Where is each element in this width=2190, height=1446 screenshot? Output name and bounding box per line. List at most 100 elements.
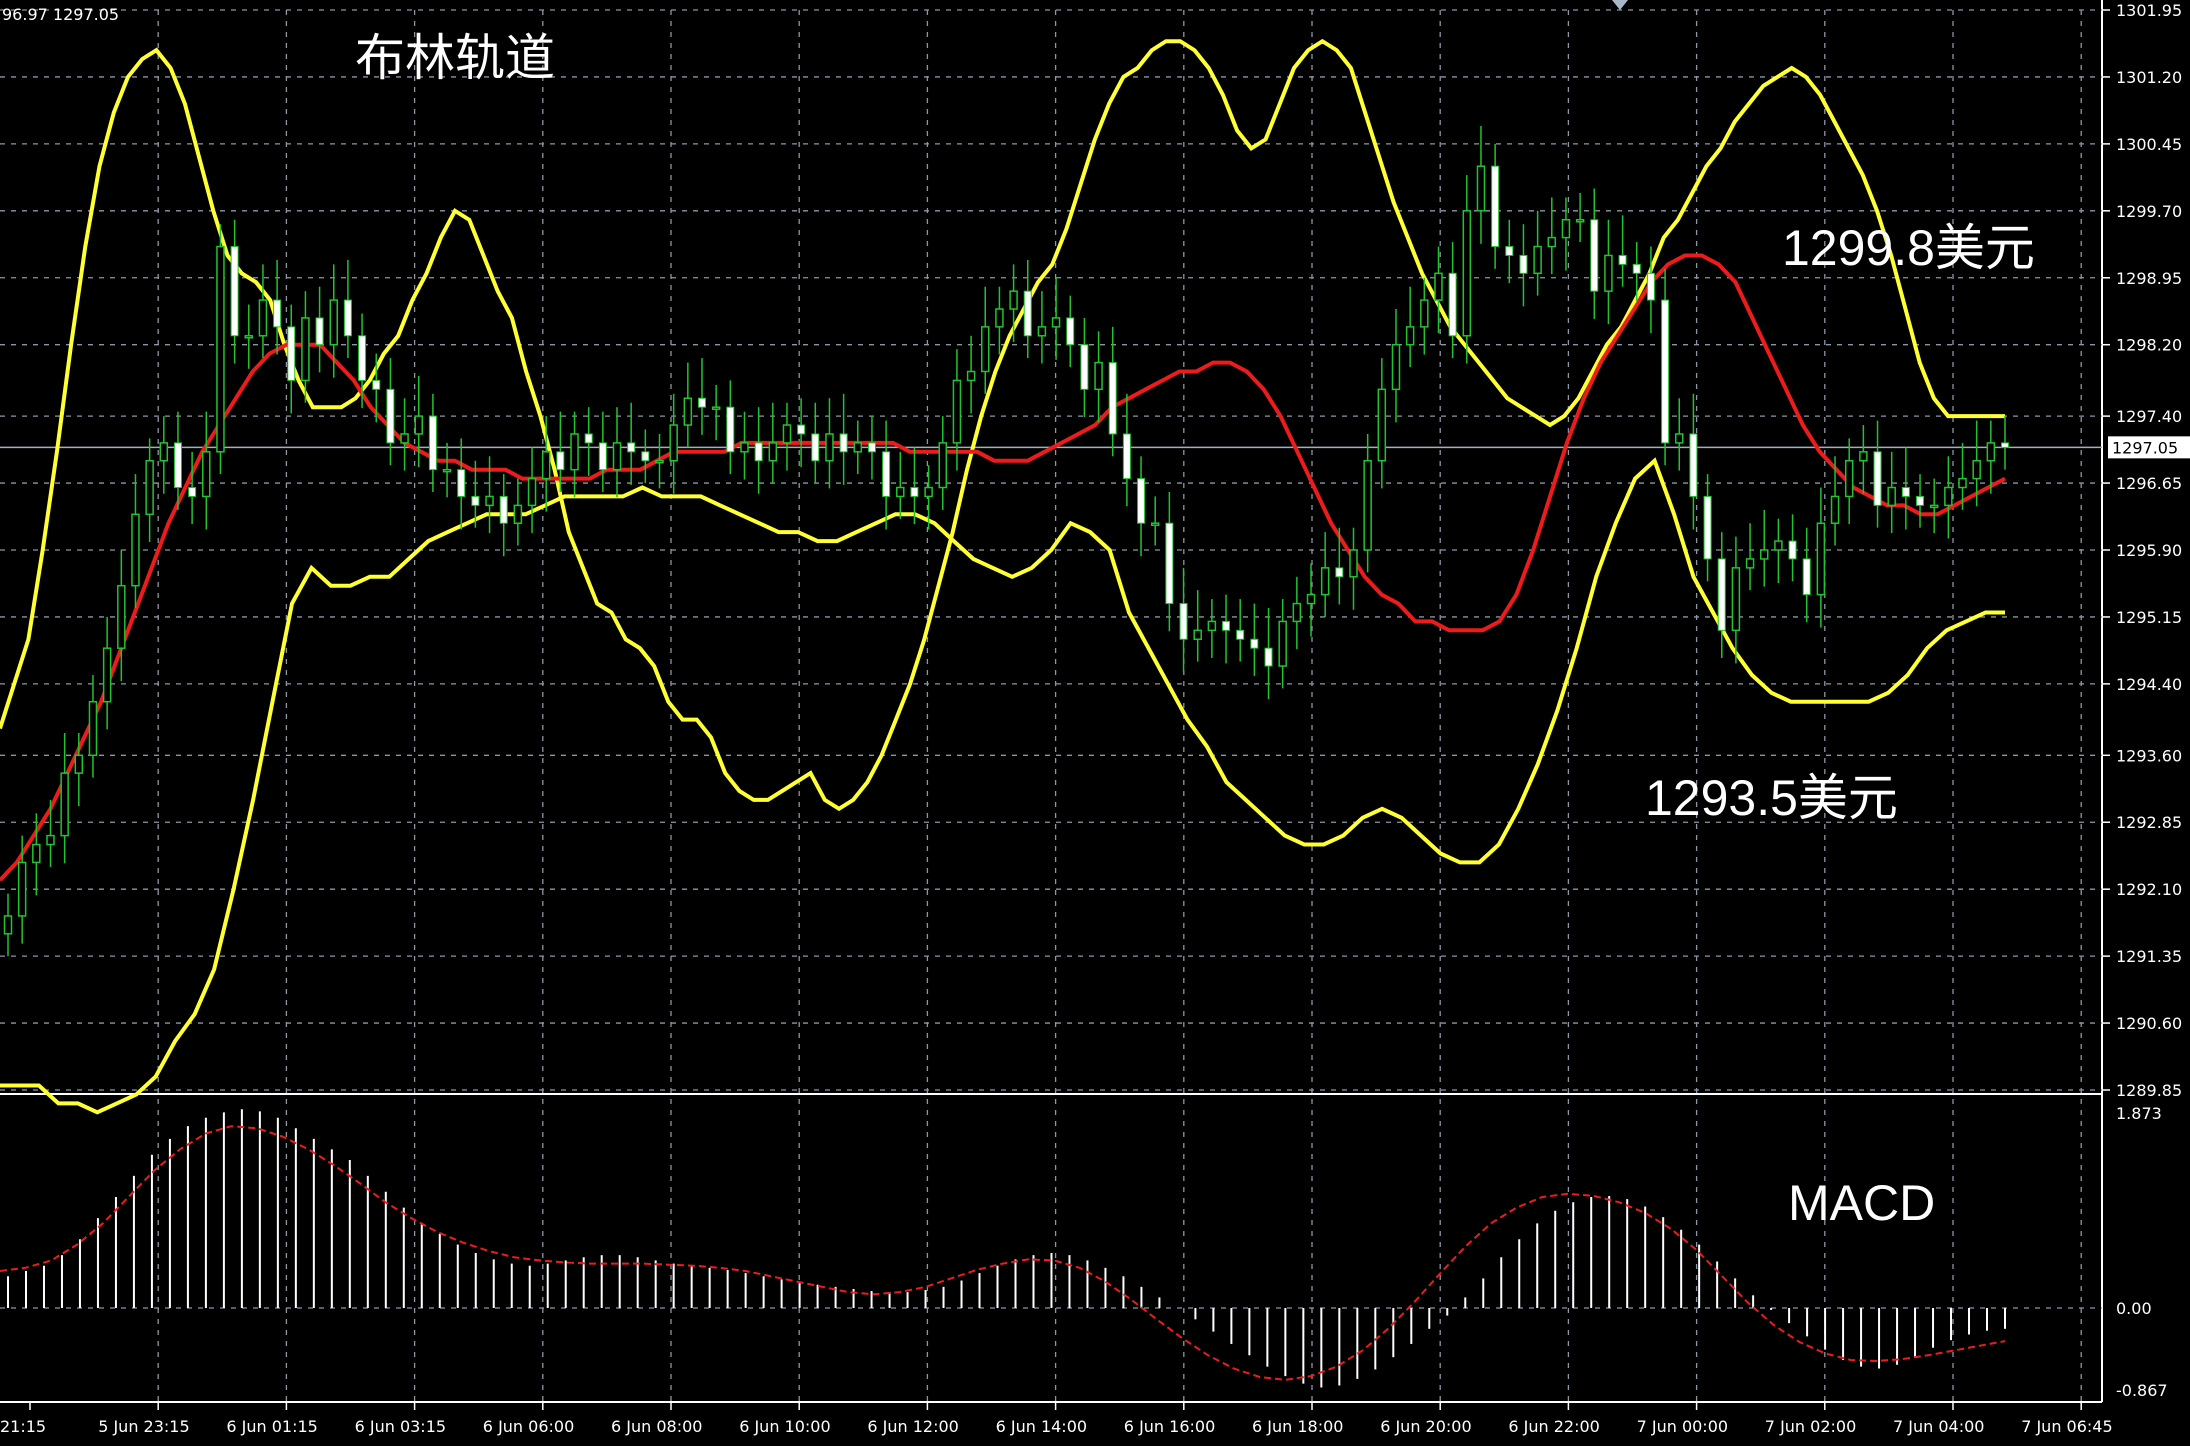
candle-body-down	[910, 487, 919, 497]
candle-body-down	[556, 451, 565, 471]
candle-body-up	[1986, 442, 1996, 462]
candle-body-up	[1830, 495, 1840, 524]
price-tick-label: 1298.20	[2116, 336, 2182, 355]
time-tick-label: 5 Jun 23:15	[98, 1417, 189, 1436]
candle-body-up	[1561, 219, 1571, 239]
candle-body-up	[853, 442, 863, 453]
price-tick-label: 1301.95	[2116, 1, 2182, 20]
candle-body-up	[981, 326, 990, 373]
chart-title: 布林轨道	[355, 30, 555, 86]
candle-body-up	[1278, 620, 1287, 667]
candle-body-up	[1377, 388, 1387, 462]
candle-body-up	[1887, 486, 1896, 507]
time-tick-label: 6 Jun 10:00	[739, 1417, 830, 1436]
time-tick-label: 6 Jun 14:00	[996, 1417, 1087, 1436]
candle-body-up	[1575, 219, 1585, 223]
candle-body-up	[768, 442, 778, 462]
candle-body-up	[74, 754, 84, 774]
candle-body-up	[1193, 629, 1202, 641]
time-tick-label: 6 Jun 16:00	[1124, 1417, 1215, 1436]
candle-body-up	[1844, 459, 1854, 498]
price-tick-label: 1292.85	[2116, 813, 2182, 832]
time-tick-label: 6 Jun 12:00	[867, 1417, 958, 1436]
candle-body-down	[1590, 219, 1599, 292]
price-tick-label: 1298.95	[2116, 269, 2182, 288]
candle-body-down	[343, 299, 352, 337]
macd-tick-label: 1.873	[2116, 1104, 2162, 1123]
candle-body-down	[598, 442, 607, 471]
candle-body-down	[1448, 272, 1457, 337]
candle-body-down	[1802, 558, 1811, 596]
macd-label: MACD	[1788, 1175, 1935, 1231]
candle-body-up	[400, 433, 409, 444]
candle-body-up	[1420, 299, 1429, 328]
candle-body-up	[995, 308, 1004, 328]
candle-body-up	[1731, 567, 1741, 632]
candle-body-down	[584, 433, 593, 444]
macd-tick-label: 0.00	[2116, 1299, 2152, 1318]
candle-body-up	[1405, 326, 1415, 346]
candle-body-down	[1632, 263, 1641, 274]
time-tick-label: 7 Jun 00:00	[1637, 1417, 1728, 1436]
current-price-label: 1297.05	[2112, 438, 2178, 457]
price-tick-label: 1301.20	[2116, 68, 2182, 87]
candle-body-down	[1689, 433, 1698, 497]
candle-body-down	[1661, 299, 1670, 444]
candle-body-up	[1292, 602, 1302, 623]
candle-body-down	[1491, 165, 1500, 248]
candle-body-down	[1901, 487, 1910, 497]
candle-body-down	[273, 299, 282, 328]
candle-body-down	[315, 317, 324, 346]
candle-body-down	[1108, 362, 1117, 435]
macd-tick-label: -0.867	[2116, 1381, 2168, 1400]
candle-body-up	[442, 468, 452, 473]
candle-body-up	[1434, 272, 1443, 301]
candle-body-down	[1236, 629, 1245, 640]
candle-body-down	[1080, 344, 1089, 390]
candle-body-down	[1165, 522, 1174, 605]
candle-body-down	[1264, 647, 1273, 667]
candle-body-down	[230, 246, 239, 337]
candle-body-down	[1250, 638, 1259, 649]
candle-body-up	[1745, 558, 1755, 569]
price-tick-label: 1296.65	[2116, 474, 2182, 493]
price-tick-label: 1297.40	[2116, 407, 2182, 426]
candle-body-up	[216, 245, 225, 453]
price-tick-label: 1291.35	[2116, 947, 2182, 966]
candle-body-up	[88, 700, 98, 757]
price-tick-label: 1290.60	[2116, 1014, 2182, 1033]
candle-body-up	[570, 433, 579, 471]
candle-body-down	[188, 487, 197, 497]
candle-body-up	[46, 834, 55, 846]
candle-body-up	[655, 459, 664, 464]
time-tick-label: 21:15	[0, 1417, 46, 1436]
price-tick-label: 1300.45	[2116, 135, 2182, 154]
candle-body-up	[924, 486, 933, 498]
candle-body-down	[754, 442, 763, 462]
candle-body-down	[697, 397, 706, 408]
candle-body-up	[117, 584, 126, 649]
time-tick-label: 6 Jun 01:15	[226, 1417, 317, 1436]
time-tick-label: 6 Jun 06:00	[483, 1417, 574, 1436]
candle-body-up	[244, 335, 254, 339]
candle-body-up	[60, 772, 69, 837]
candle-body-up	[301, 317, 310, 382]
candle-body-up	[740, 442, 749, 453]
candle-body-down	[811, 433, 820, 462]
candle-body-up	[612, 442, 622, 471]
candle-body-down	[1873, 451, 1882, 506]
candle-body-up	[938, 442, 948, 489]
candle-body-down	[457, 469, 466, 497]
candle-body-up	[1009, 290, 1018, 310]
candle-body-down	[1703, 495, 1712, 560]
candle-body-up	[258, 299, 268, 337]
candle-body-up	[1391, 343, 1401, 391]
candle-body-up	[159, 442, 169, 462]
candle-body-down	[1916, 495, 1925, 506]
candle-body-down	[1335, 567, 1344, 578]
time-tick-label: 7 Jun 06:45	[2021, 1417, 2112, 1436]
candle-body-down	[1222, 620, 1231, 631]
candle-body-up	[1674, 433, 1684, 444]
price-tick-label: 1295.90	[2116, 541, 2182, 560]
candle-body-up	[1859, 451, 1868, 462]
